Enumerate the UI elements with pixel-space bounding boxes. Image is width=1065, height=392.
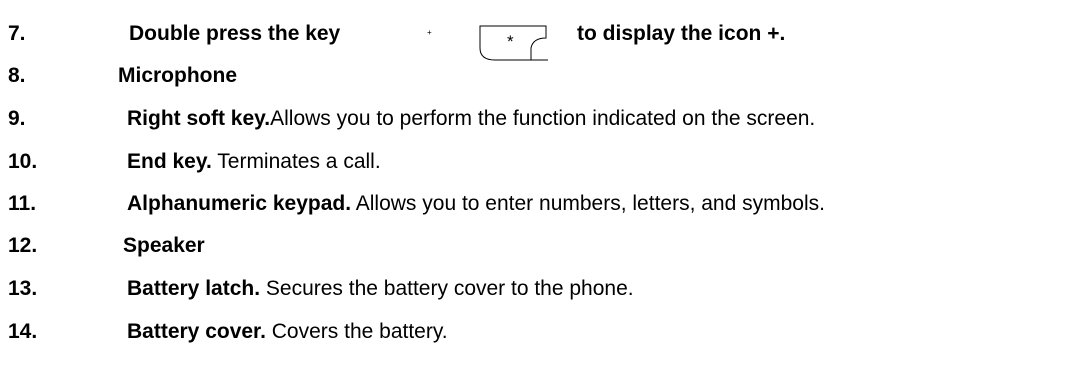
item-number: 8. [8,64,26,87]
item-number: 10. [8,150,38,173]
item-description: Secures the battery cover to the phone. [260,277,634,300]
list-item-8: 8. Microphone [0,61,1065,91]
item-number: 7. [8,22,26,45]
item-number: 14. [8,320,38,343]
item-number: 12. [8,234,38,257]
item-number: 13. [8,277,38,300]
list-item-12: 12. Speaker [0,231,1065,261]
item-description: Terminates a call. [211,150,381,173]
item-label: Alphanumeric keypad. [127,192,352,215]
plus-superscript: + [427,28,432,37]
item-suffix: to display the icon +. [577,22,786,45]
list-item-10: 10. End key. Terminates a call. [0,147,1065,177]
item-label: Battery cover. [127,320,266,343]
item-label: Speaker [123,234,205,257]
item-number: 11. [8,192,37,215]
item-label: Battery latch. [127,277,261,300]
item-label: Right soft key. [127,107,271,130]
list-item-13: 13. Battery latch. Secures the battery c… [0,274,1065,304]
item-description: Covers the battery. [265,320,448,343]
list-item-9: 9. Right soft key.Allows you to perform … [0,104,1065,134]
list-item-14: 14. Battery cover. Covers the battery. [0,317,1065,347]
item-label: Double press the key [129,22,341,45]
item-number: 9. [8,107,26,130]
star-symbol: * [507,32,514,51]
item-description: Allows you to perform the function indic… [270,107,816,130]
item-description: Allows you to enter numbers, letters, an… [351,192,825,215]
item-label: Microphone [118,64,237,87]
list-item-11: 11. Alphanumeric keypad. Allows you to e… [0,189,1065,219]
star-key-icon: * [479,25,548,61]
item-label: End key. [127,150,212,173]
